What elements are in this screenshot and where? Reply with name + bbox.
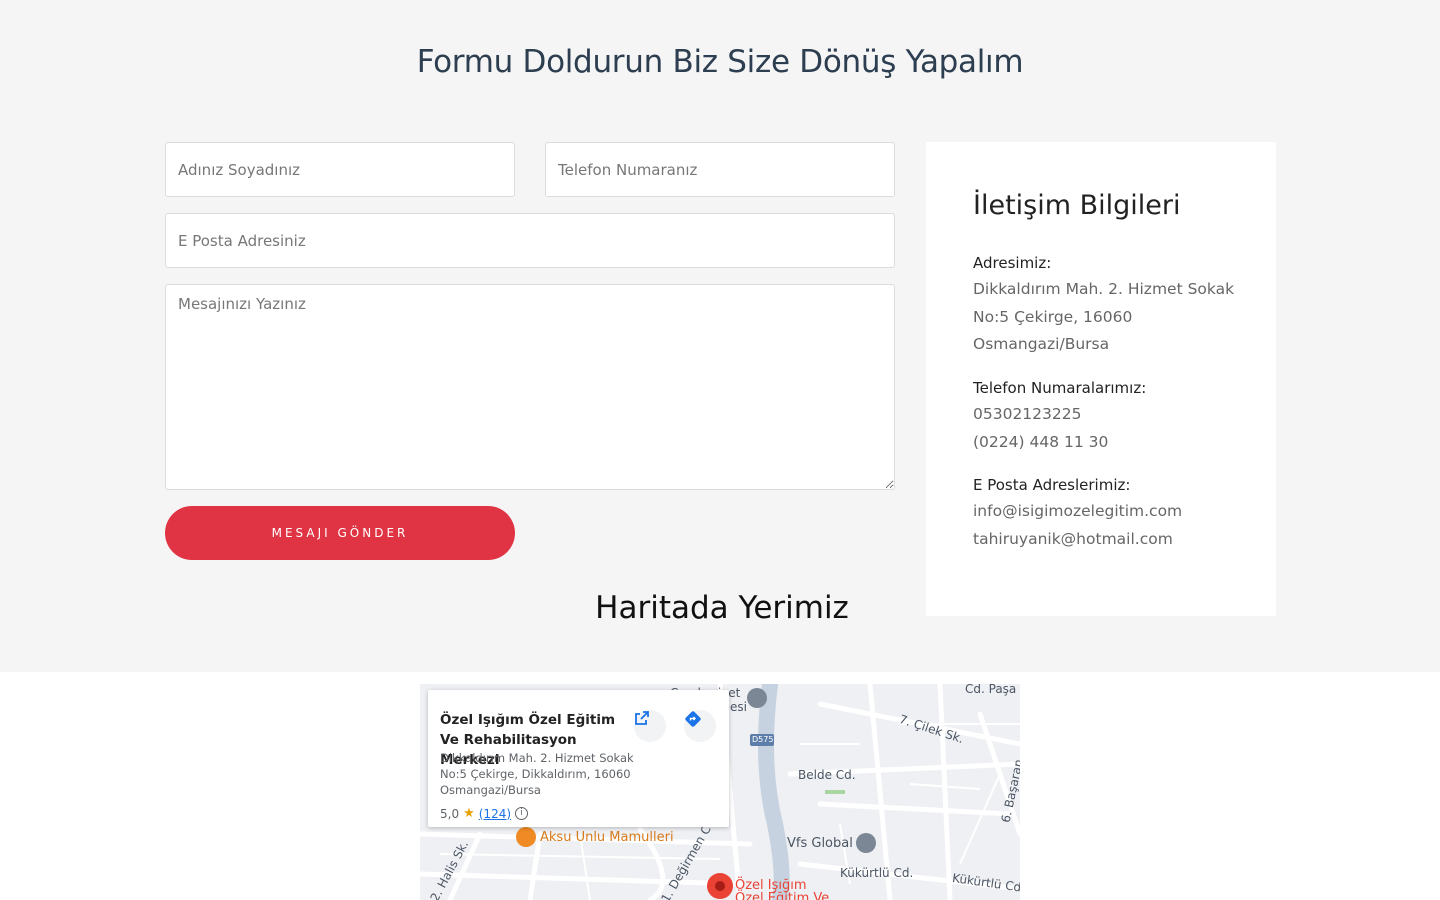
map-label: D575 — [752, 735, 774, 744]
email-link[interactable]: info@isigimozelegitim.com — [973, 498, 1263, 526]
embedded-map[interactable]: Cumhuriyet esi Cd. Paşa 7. Çilek Sk. D57… — [420, 684, 1020, 900]
emails-block: E Posta Adreslerimiz: info@isigimozelegi… — [973, 472, 1263, 553]
map-label: Vfs Global — [787, 836, 853, 851]
map-label: esi — [730, 700, 747, 714]
map-label: Kükürtlü Cd. — [840, 866, 914, 880]
map-label: Aksu Unlu Mamulleri — [540, 830, 674, 845]
phones-label: Telefon Numaralarımız: — [973, 379, 1147, 397]
address-line: No:5 Çekirge, 16060 — [973, 307, 1133, 326]
info-icon[interactable]: i — [515, 807, 529, 820]
phone-link[interactable]: (0224) 448 11 30 — [973, 429, 1263, 457]
address-block: Adresimiz: Dikkaldırım Mah. 2. Hizmet So… — [973, 250, 1263, 359]
name-input[interactable] — [165, 142, 515, 197]
open-in-maps-icon[interactable] — [634, 710, 666, 742]
phones-block: Telefon Numaralarımız: 05302123225 (0224… — [973, 375, 1263, 456]
contact-title: İletişim Bilgileri — [973, 190, 1181, 221]
map-label: Belde Cd. — [798, 768, 856, 782]
contact-info-card: İletişim Bilgileri Adresimiz: Dikkaldırı… — [926, 142, 1276, 616]
phone-link[interactable]: 05302123225 — [973, 401, 1263, 429]
map-heading: Haritada Yerimiz — [595, 590, 849, 626]
directions-icon[interactable] — [684, 710, 716, 742]
star-icon: ★ — [463, 806, 475, 821]
phone-input[interactable] — [545, 142, 895, 197]
address-label: Adresimiz: — [973, 254, 1052, 272]
map-place-card: Özel Işığım Özel Eğitim Ve Rehabilitasyo… — [428, 690, 729, 827]
place-rating: 5,0 ★ (124) i — [440, 806, 529, 821]
email-link[interactable]: tahiruyanik@hotmail.com — [973, 526, 1263, 554]
reviews-link[interactable]: (124) — [479, 807, 511, 821]
place-address: Dikkaldırım Mah. 2. Hizmet Sokak No:5 Çe… — [440, 751, 634, 797]
map-label: Cd. Paşa — [965, 684, 1017, 696]
page-title: Formu Doldurun Biz Size Dönüş Yapalım — [416, 44, 1024, 80]
contact-form-section: Formu Doldurun Biz Size Dönüş Yapalım ME… — [0, 0, 1440, 672]
emails-label: E Posta Adreslerimiz: — [973, 476, 1131, 494]
rating-value: 5,0 — [440, 806, 460, 821]
email-input[interactable] — [165, 213, 895, 268]
message-textarea[interactable] — [165, 284, 895, 490]
address-line: Osmangazi/Bursa — [973, 335, 1110, 353]
map-label: Özel Eğitim Ve — [735, 891, 830, 900]
address-line: Dikkaldırım Mah. 2. Hizmet Sokak — [973, 280, 1235, 298]
send-message-button[interactable]: MESAJI GÖNDER — [165, 506, 515, 560]
